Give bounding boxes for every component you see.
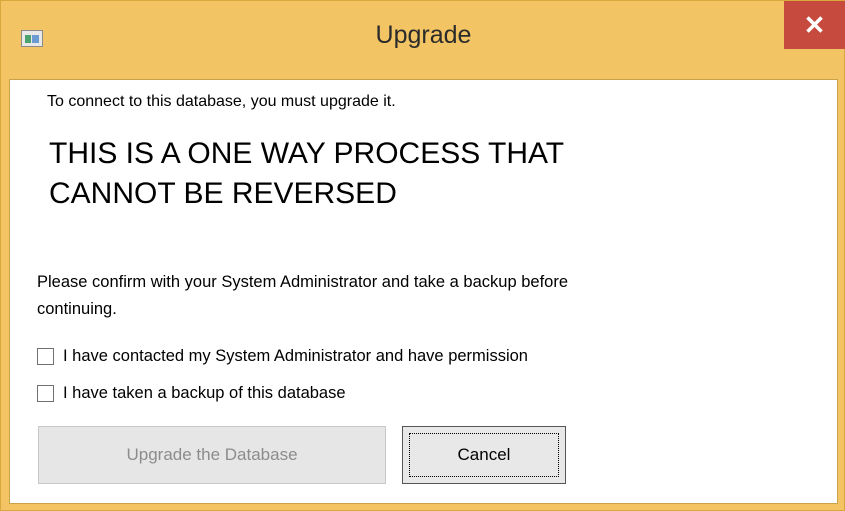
backup-checkbox-label[interactable]: I have taken a backup of this database bbox=[63, 384, 346, 403]
confirm-line-2: continuing. bbox=[37, 300, 117, 318]
warning-line-2: CANNOT BE REVERSED bbox=[49, 177, 397, 210]
permission-checkbox[interactable] bbox=[37, 348, 54, 365]
intro-text: To connect to this database, you must up… bbox=[47, 93, 396, 110]
upgrade-dialog: Upgrade ✕ To connect to this database, y… bbox=[0, 0, 845, 511]
backup-checkbox[interactable] bbox=[37, 385, 54, 402]
checkbox-row-permission[interactable]: I have contacted my System Administrator… bbox=[37, 347, 528, 366]
warning-line-1: THIS IS A ONE WAY PROCESS THAT bbox=[49, 137, 565, 170]
close-button[interactable]: ✕ bbox=[784, 1, 845, 49]
cancel-button[interactable]: Cancel bbox=[402, 426, 566, 484]
checkbox-row-backup[interactable]: I have taken a backup of this database bbox=[37, 384, 346, 403]
upgrade-database-button[interactable]: Upgrade the Database bbox=[38, 426, 386, 484]
confirm-line-1: Please confirm with your System Administ… bbox=[37, 273, 569, 291]
dialog-title: Upgrade bbox=[375, 21, 472, 49]
close-icon: ✕ bbox=[803, 10, 826, 40]
cancel-button-label: Cancel bbox=[457, 445, 511, 464]
confirm-text: Please confirm with your System Administ… bbox=[37, 269, 797, 323]
permission-checkbox-label[interactable]: I have contacted my System Administrator… bbox=[63, 347, 528, 366]
title-bar[interactable]: Upgrade ✕ bbox=[1, 1, 845, 79]
warning-text: THIS IS A ONE WAY PROCESS THAT CANNOT BE… bbox=[49, 134, 749, 214]
